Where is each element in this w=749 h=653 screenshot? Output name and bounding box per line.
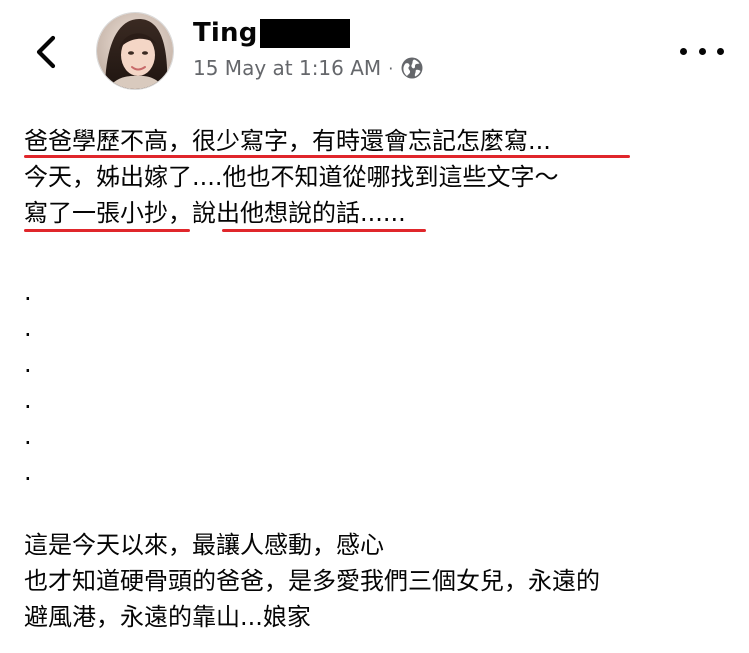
closing-line-2: 也才知道硬骨頭的爸爸，是多愛我們三個女兒，永遠的 [24,567,600,595]
dot-line: . [24,422,32,450]
back-button[interactable] [26,28,66,76]
post-timestamp[interactable]: 15 May at 1:16 AM [193,56,381,80]
post-text-line: 寫了一張小抄，說出他想說的話...... [24,199,406,227]
post-body: 爸爸學歷不高，很少寫字，有時還會忘記怎麼寫... 今天，姊出嫁了....他也不知… [24,123,724,635]
chevron-left-icon [36,35,56,69]
author-name[interactable]: Ting [193,18,258,48]
more-options-icon [680,47,687,55]
profile-photo [97,13,173,89]
dot-line: . [24,314,32,342]
dot-line: . [24,278,32,306]
author-row: Ting [193,16,350,50]
red-underline [222,229,426,232]
post-line-3: 寫了一張小抄，說出他想說的話...... [24,195,724,232]
redaction-block [259,18,350,48]
avatar[interactable] [96,12,174,90]
more-options-dot [698,47,706,55]
globe-icon [401,57,423,79]
more-options-dot [717,47,724,55]
post-header: Ting 15 May at 1:16 AM · [0,0,749,100]
closing-line-1: 這是今天以來，最讓人感動，感心 [24,531,384,559]
red-underline [24,229,190,232]
red-underline [24,155,630,158]
meta-separator: · [388,58,394,78]
post-text-line: 今天，姊出嫁了....他也不知道從哪找到這些文字～ [24,163,559,191]
post-line-1: 爸爸學歷不高，很少寫字，有時還會忘記怎麼寫... [24,123,724,159]
closing-line-3: 避風港，永遠的靠山...娘家 [24,603,311,631]
dot-line: . [24,386,32,414]
more-options-button[interactable] [680,36,724,66]
dot-line: . [24,458,32,486]
post-meta: 15 May at 1:16 AM · [193,54,424,82]
post-line-2: 今天，姊出嫁了....他也不知道從哪找到這些文字～ [24,159,724,195]
post-text-line: 爸爸學歷不高，很少寫字，有時還會忘記怎麼寫... [24,127,551,155]
dot-line: . [24,350,32,378]
